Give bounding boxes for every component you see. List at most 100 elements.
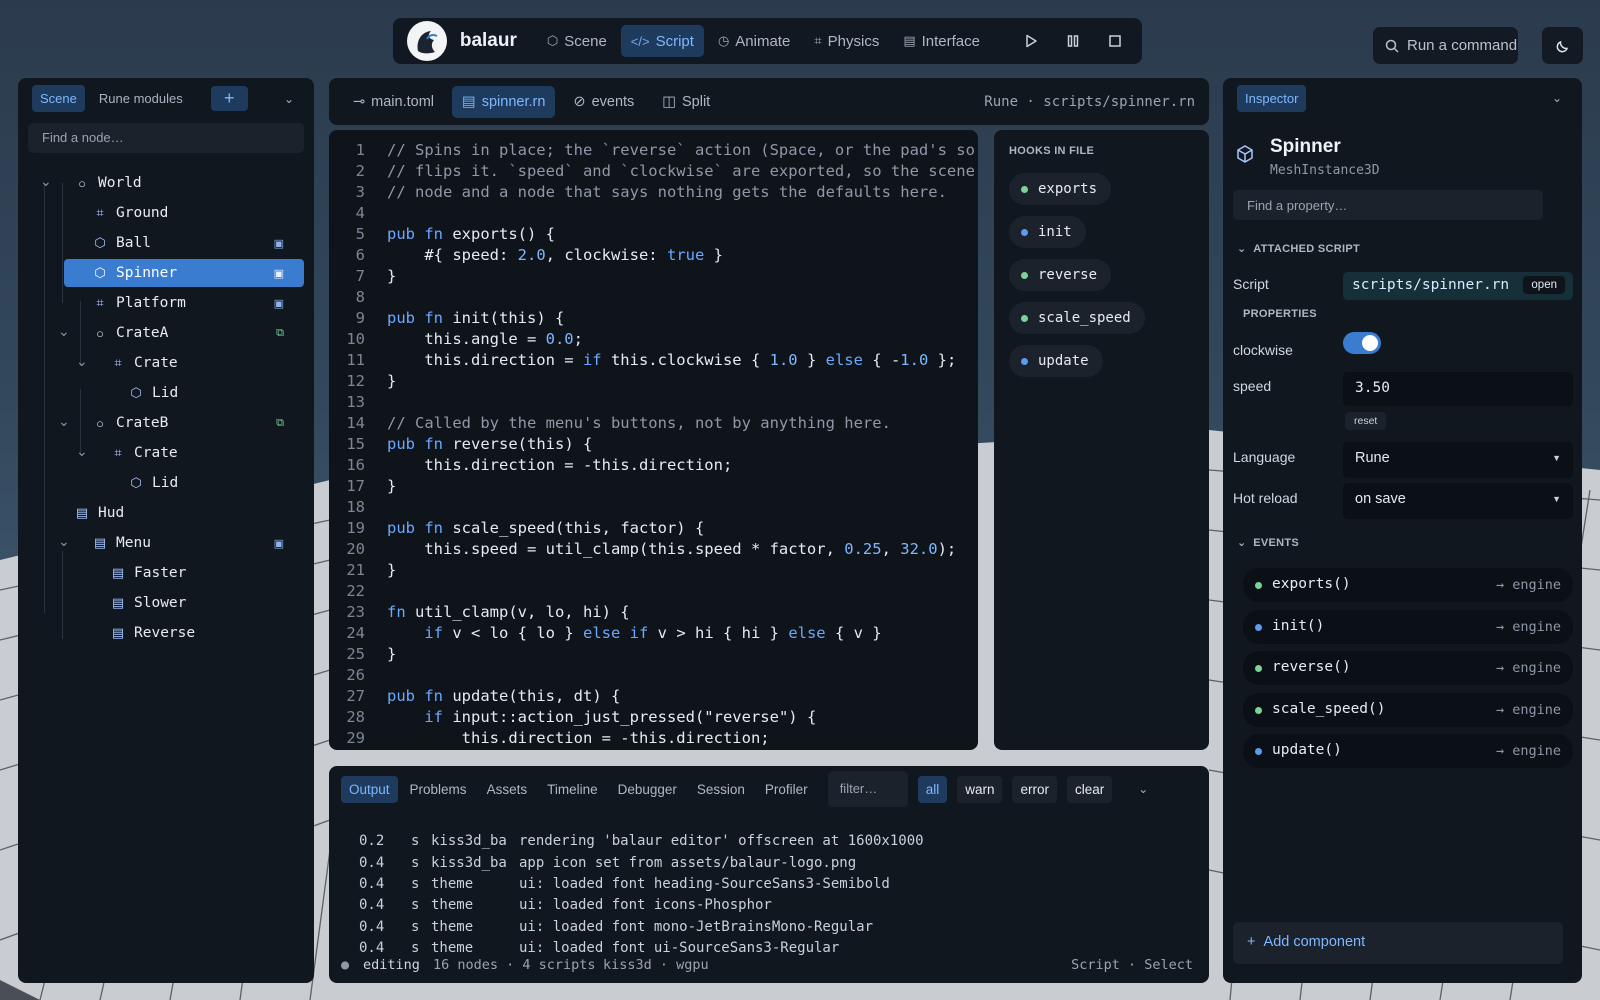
code-line[interactable]: 17} xyxy=(329,476,978,497)
expand-chevron-icon[interactable]: ⌄ xyxy=(58,413,70,430)
code-line[interactable]: 21} xyxy=(329,560,978,581)
tab-profiler[interactable]: Profiler xyxy=(757,776,816,803)
tab-assets[interactable]: Assets xyxy=(479,776,536,803)
tab-split[interactable]: ◫ Split xyxy=(652,86,720,118)
tree-node[interactable]: ⌄ ○ CrateB ⧉ xyxy=(58,409,304,437)
command-palette-button[interactable]: Run a command xyxy=(1373,27,1518,64)
events-header[interactable]: ⌄ EVENTS xyxy=(1237,536,1299,549)
hook-chip[interactable]: scale_speed xyxy=(1009,302,1145,334)
node-search-input[interactable]: Find a node… xyxy=(28,123,304,153)
code-editor[interactable]: 1 // Spins in place; the `reverse` action… xyxy=(329,130,978,750)
hot-reload-select[interactable]: on save ▼ xyxy=(1343,483,1573,519)
tree-node[interactable]: ▤ Faster xyxy=(64,559,304,587)
code-line[interactable]: 11 this.direction = if this.clockwise { … xyxy=(329,350,978,371)
add-component-button[interactable]: + Add component xyxy=(1233,922,1563,964)
tree-node[interactable]: ⬡ Lid xyxy=(64,379,304,407)
code-line[interactable]: 25} xyxy=(329,644,978,665)
stop-icon[interactable] xyxy=(1100,26,1130,56)
code-line[interactable]: 7} xyxy=(329,266,978,287)
expand-chevron-icon[interactable]: ⌄ xyxy=(76,353,88,370)
code-line[interactable]: 10 this.angle = 0.0; xyxy=(329,329,978,350)
clear-log-button[interactable]: clear xyxy=(1066,775,1113,803)
code-line[interactable]: 6 #{ speed: 2.0, clockwise: true } xyxy=(329,245,978,266)
mode-tab-animate[interactable]: ◷ Animate xyxy=(708,25,800,57)
filter-error-button[interactable]: error xyxy=(1012,775,1057,803)
attached-script-header[interactable]: ⌄ ATTACHED SCRIPT xyxy=(1237,242,1360,255)
tab-inspector[interactable]: Inspector xyxy=(1237,84,1307,112)
filter-all-button[interactable]: all xyxy=(917,775,948,803)
mode-tab-physics[interactable]: ⌗ Physics xyxy=(804,25,889,57)
script-attached-icon[interactable]: ▣ xyxy=(274,297,284,310)
theme-toggle-button[interactable] xyxy=(1542,27,1583,64)
event-row[interactable]: init() → engine xyxy=(1243,609,1573,644)
event-row[interactable]: exports() → engine xyxy=(1243,568,1573,602)
tree-node[interactable]: ⬡ Ball ▣ xyxy=(64,229,304,257)
code-line[interactable]: 20 this.speed = util_clamp(this.speed * … xyxy=(329,539,978,560)
hook-chip[interactable]: exports xyxy=(1009,173,1112,205)
code-line[interactable]: 14 // Called by the menu's buttons, not b… xyxy=(329,413,978,434)
log-filter-input[interactable]: filter… xyxy=(827,771,908,807)
tree-node[interactable]: ⌄ ○ CrateA ⧉ xyxy=(58,319,304,347)
code-line[interactable]: 15 pub fn reverse(this) { xyxy=(329,434,978,455)
tab-events[interactable]: ⊘ events xyxy=(563,86,644,118)
tab-session[interactable]: Session xyxy=(689,776,753,803)
tree-node[interactable]: ▤ Reverse xyxy=(64,619,304,647)
tab-debugger[interactable]: Debugger xyxy=(610,776,685,803)
script-attached-icon[interactable]: ▣ xyxy=(274,267,284,280)
tree-node[interactable]: ⌄ ⌗ Crate xyxy=(64,439,304,467)
code-line[interactable]: 26 xyxy=(329,665,978,686)
mode-tab-interface[interactable]: ▤ Interface xyxy=(893,25,990,57)
code-line[interactable]: 19 pub fn scale_speed(this, factor) { xyxy=(329,518,978,539)
expand-chevron-icon[interactable]: ⌄ xyxy=(40,173,52,190)
hook-chip[interactable]: update xyxy=(1009,345,1103,377)
expand-chevron-icon[interactable]: ⌄ xyxy=(58,323,70,340)
play-icon[interactable] xyxy=(1016,26,1046,56)
speed-input[interactable]: 3.50 xyxy=(1343,372,1573,406)
code-line[interactable]: 12} xyxy=(329,371,978,392)
code-line[interactable]: 2 // flips it. `speed` and `clockwise` ar… xyxy=(329,161,978,182)
code-line[interactable]: 9 pub fn init(this) { xyxy=(329,308,978,329)
chevron-down-icon[interactable]: ⌄ xyxy=(284,92,294,106)
pause-icon[interactable] xyxy=(1058,26,1088,56)
event-row[interactable]: scale_speed() → engine xyxy=(1243,692,1573,727)
code-line[interactable]: 1 // Spins in place; the `reverse` action… xyxy=(329,140,978,161)
speed-reset-button[interactable]: reset xyxy=(1345,412,1387,430)
hook-chip[interactable]: init xyxy=(1009,216,1086,248)
tab-output[interactable]: Output xyxy=(341,775,398,803)
tab-main-toml[interactable]: ⊸ main.toml xyxy=(343,86,444,118)
code-line[interactable]: 16 this.direction = -this.direction; xyxy=(329,455,978,476)
code-line[interactable]: 27 pub fn update(this, dt) { xyxy=(329,686,978,707)
instance-icon[interactable]: ⧉ xyxy=(276,417,284,430)
tab-scene[interactable]: Scene xyxy=(32,85,85,112)
clockwise-toggle[interactable] xyxy=(1343,332,1381,354)
add-node-button[interactable]: + xyxy=(210,86,248,111)
expand-chevron-icon[interactable]: ⌄ xyxy=(76,443,88,460)
code-line[interactable]: 13 xyxy=(329,392,978,413)
event-row[interactable]: update() → engine xyxy=(1243,734,1573,768)
tree-node[interactable]: ⬡ Lid xyxy=(64,469,304,497)
event-row[interactable]: reverse() → engine xyxy=(1243,651,1573,685)
tree-node[interactable]: ▤ Slower xyxy=(64,589,304,617)
expand-chevron-icon[interactable]: ⌄ xyxy=(58,533,70,550)
chevron-down-icon[interactable]: ⌄ xyxy=(1552,91,1562,105)
tree-node[interactable]: ⌗ Ground xyxy=(64,199,304,227)
mode-tab-scene[interactable]: ⬡ Scene xyxy=(537,25,617,57)
tab-problems[interactable]: Problems xyxy=(402,776,475,803)
code-line[interactable]: 29 this.direction = -this.direction; xyxy=(329,728,978,749)
code-line[interactable]: 8 xyxy=(329,287,978,308)
tree-node[interactable]: ⌄ ⌗ Crate xyxy=(64,349,304,377)
script-attached-icon[interactable]: ▣ xyxy=(274,537,284,550)
code-line[interactable]: 18 xyxy=(329,497,978,518)
hook-chip[interactable]: reverse xyxy=(1009,259,1112,291)
code-line[interactable]: 22 xyxy=(329,581,978,602)
code-line[interactable]: 4 xyxy=(329,203,978,224)
language-select[interactable]: Rune ▼ xyxy=(1343,442,1573,478)
tab-timeline[interactable]: Timeline xyxy=(539,776,606,803)
code-line[interactable]: 5 pub fn exports() { xyxy=(329,224,978,245)
property-search-input[interactable]: Find a property… xyxy=(1233,190,1543,220)
tab-spinner-rn[interactable]: ▤ spinner.rn xyxy=(452,85,556,118)
tab-rune-modules[interactable]: Rune modules xyxy=(91,85,191,112)
tree-node[interactable]: ⌗ Platform ▣ xyxy=(64,289,304,317)
code-line[interactable]: 24 if v < lo { lo } else if v > hi { hi … xyxy=(329,623,978,644)
filter-warn-button[interactable]: warn xyxy=(957,775,1003,803)
